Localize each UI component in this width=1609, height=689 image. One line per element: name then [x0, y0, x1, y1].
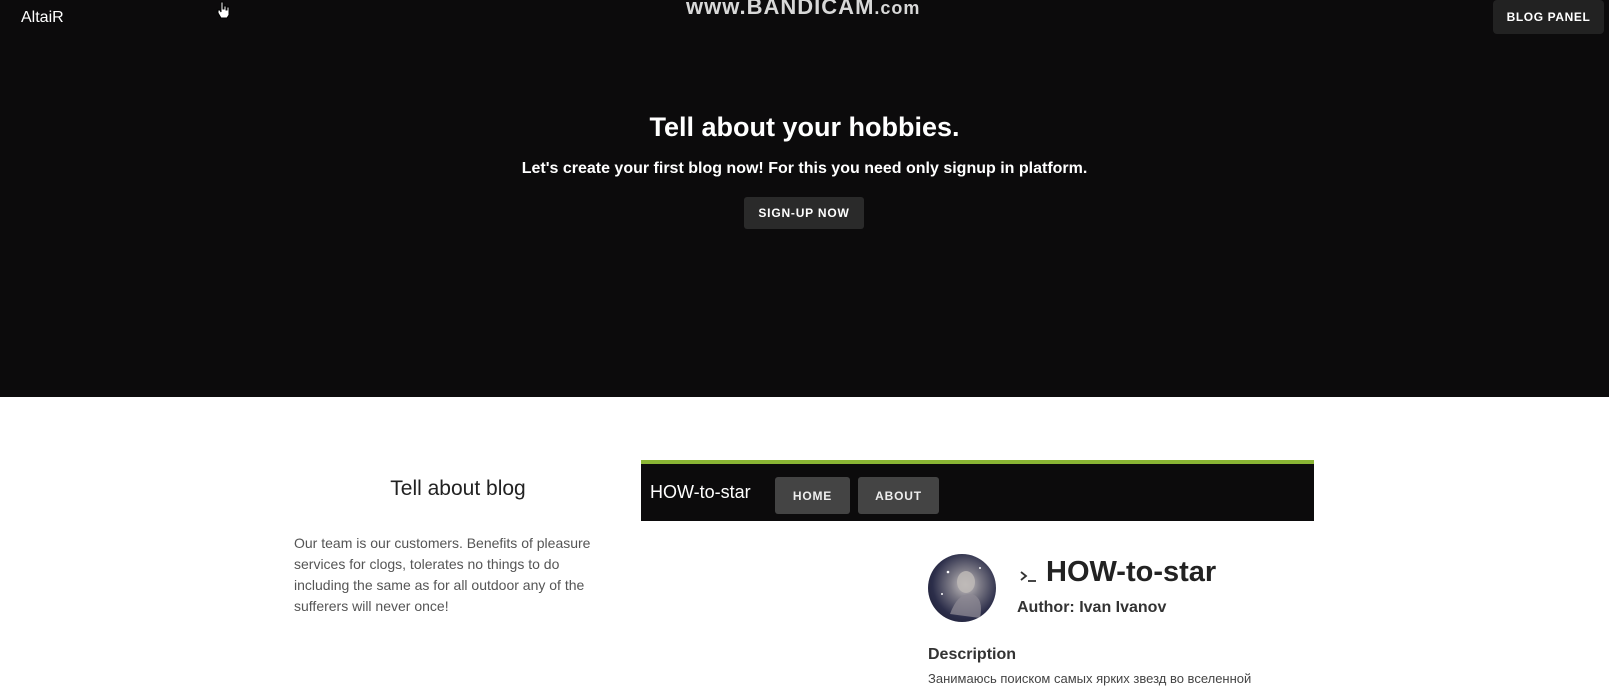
- blog-panel-button[interactable]: BLOG PANEL: [1493, 0, 1604, 34]
- hero-title: Tell about your hobbies.: [649, 112, 960, 142]
- about-blog-heading: Tell about blog: [390, 477, 526, 500]
- about-blog-text: Our team is our customers. Benefits of p…: [294, 535, 591, 614]
- author-avatar: [928, 554, 996, 622]
- preview-blog-title: HOW-to-star: [1046, 556, 1217, 588]
- signup-button[interactable]: SIGN-UP NOW: [744, 197, 864, 229]
- preview-brand[interactable]: HOW-to-star: [650, 482, 751, 503]
- preview-navbar: HOW-to-star HOME ABOUT: [641, 460, 1314, 521]
- author-name: Author: Ivan Ivanov: [1017, 599, 1167, 616]
- description-label: Description: [928, 646, 1017, 663]
- hero-section: AltaiR www.BANDICAM.com BLOG PANEL Tell …: [0, 0, 1609, 397]
- recording-watermark: www.BANDICAM.com: [686, 0, 920, 20]
- watermark-suffix: .com: [874, 0, 921, 18]
- hero-subtitle: Let's create your first blog now! For th…: [521, 160, 1088, 177]
- description-text: Занимаюсь поиском самых ярких звезд во в…: [928, 671, 1252, 686]
- terminal-prompt-icon: [1018, 566, 1038, 591]
- watermark-main: www.BANDICAM: [686, 0, 875, 19]
- hand-cursor-icon: [216, 1, 232, 24]
- preview-nav-home[interactable]: HOME: [775, 477, 850, 514]
- preview-nav-about[interactable]: ABOUT: [858, 477, 939, 514]
- site-logo[interactable]: AltaiR: [21, 9, 64, 27]
